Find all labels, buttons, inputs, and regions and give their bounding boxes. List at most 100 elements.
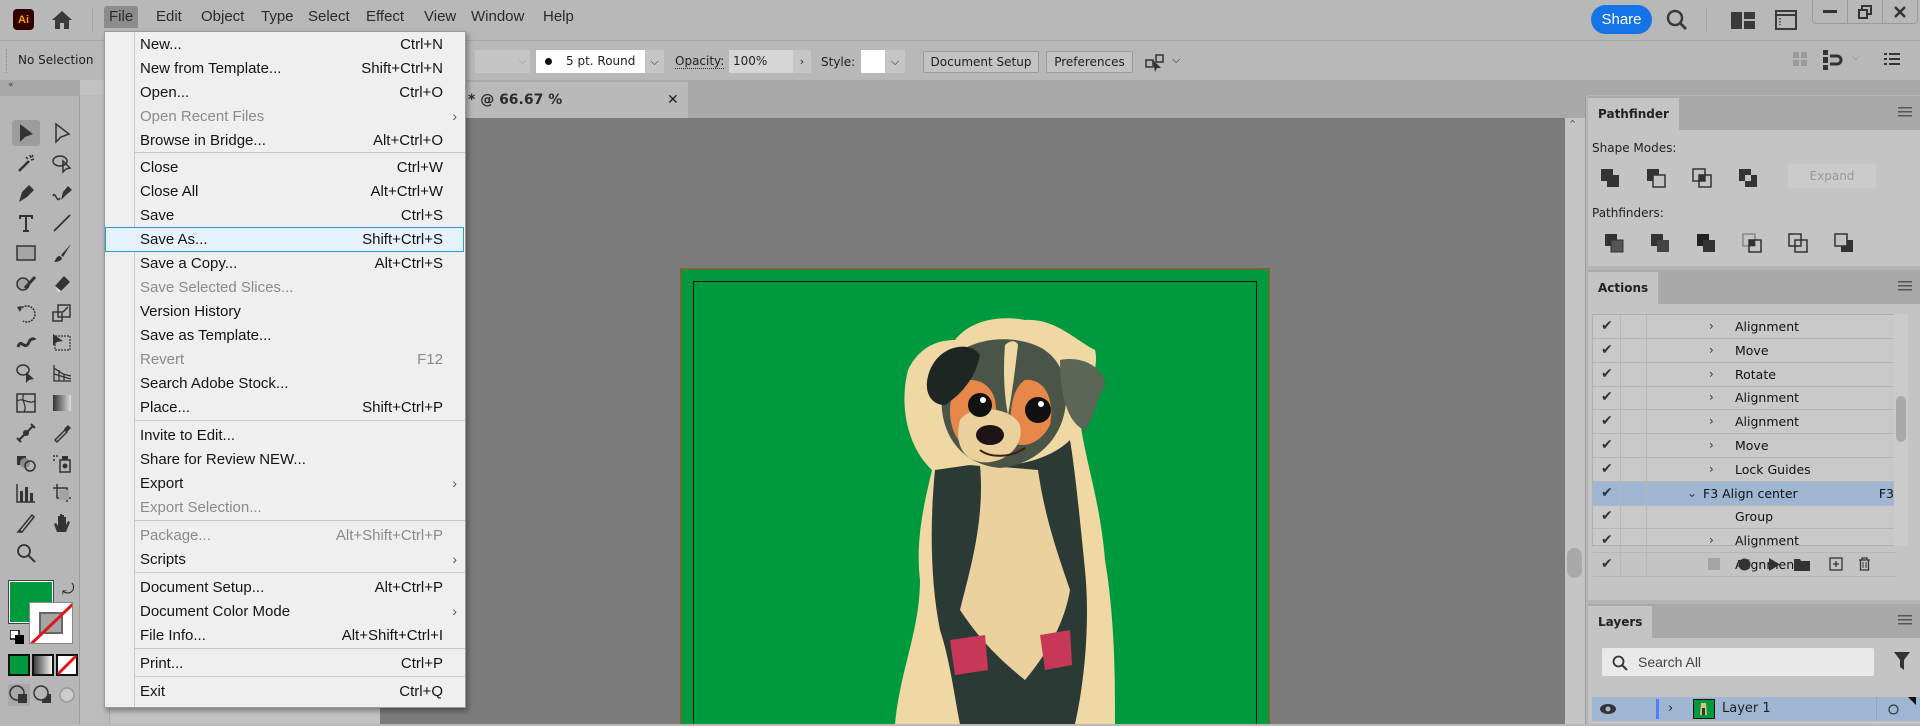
new-set-folder-icon[interactable] bbox=[1794, 556, 1810, 572]
chevron-right-icon[interactable]: › bbox=[1709, 410, 1714, 433]
menu-item-place[interactable]: Place... Shift+Ctrl+P bbox=[105, 396, 465, 419]
menu-help[interactable]: Help bbox=[538, 6, 579, 28]
close-tab-icon[interactable]: ✕ bbox=[667, 82, 679, 118]
default-fill-stroke-icon[interactable] bbox=[10, 630, 24, 644]
scrollbar-thumb[interactable] bbox=[1896, 396, 1906, 442]
play-icon[interactable] bbox=[1766, 556, 1782, 572]
action-row[interactable]: ✔ › Lock Guides bbox=[1593, 457, 1896, 482]
menu-item-save-a-copy[interactable]: Save a Copy... Alt+Ctrl+S bbox=[105, 252, 465, 275]
lasso-tool[interactable] bbox=[48, 150, 76, 176]
stroke-weight-field[interactable] bbox=[475, 50, 515, 73]
share-button[interactable]: Share bbox=[1591, 5, 1652, 34]
trim-icon[interactable] bbox=[1650, 233, 1670, 253]
target-icon[interactable] bbox=[1888, 704, 1899, 715]
toggle-check-icon[interactable]: ✔ bbox=[1601, 363, 1621, 386]
chevron-down-icon[interactable]: ⌵ bbox=[1172, 53, 1180, 67]
tab-actions[interactable]: Actions bbox=[1588, 272, 1659, 304]
menu-edit[interactable]: Edit bbox=[151, 6, 187, 28]
shape-builder-tool[interactable] bbox=[12, 360, 40, 386]
dog-illustration[interactable] bbox=[860, 300, 1160, 724]
home-icon[interactable] bbox=[50, 9, 74, 31]
rotate-tool[interactable] bbox=[12, 300, 40, 326]
graphic-style-swatch[interactable] bbox=[861, 50, 885, 73]
menu-item-new[interactable]: New... Ctrl+N bbox=[105, 33, 465, 56]
pen-tool[interactable] bbox=[12, 180, 40, 206]
crop-icon[interactable] bbox=[1742, 233, 1762, 253]
hand-tool[interactable] bbox=[48, 510, 76, 536]
merge-icon[interactable] bbox=[1696, 233, 1716, 253]
draw-behind-button[interactable] bbox=[32, 684, 54, 706]
expand-layer-chevron-icon[interactable]: › bbox=[1668, 697, 1673, 721]
tab-layers[interactable]: Layers bbox=[1588, 606, 1653, 638]
intersect-icon[interactable] bbox=[1692, 168, 1712, 188]
filter-icon[interactable] bbox=[1894, 652, 1910, 670]
document-setup-button[interactable]: Document Setup bbox=[923, 51, 1039, 73]
style-dropdown-chevron-icon[interactable]: ⌵ bbox=[885, 50, 905, 73]
perspective-grid-tool[interactable] bbox=[48, 360, 76, 386]
draw-inside-button[interactable] bbox=[56, 684, 78, 706]
chevron-right-icon[interactable]: › bbox=[1709, 529, 1714, 552]
layer-row[interactable]: › Layer 1 bbox=[1592, 697, 1920, 721]
menu-type[interactable]: Type bbox=[256, 6, 299, 28]
menu-item-save-as-template[interactable]: Save as Template... bbox=[105, 324, 465, 347]
toggle-check-icon[interactable]: ✔ bbox=[1601, 505, 1621, 528]
pixel-grid-icon[interactable] bbox=[1792, 51, 1808, 67]
toggle-check-icon[interactable]: ✔ bbox=[1601, 410, 1621, 433]
blend-tool[interactable] bbox=[12, 450, 40, 476]
menu-item-share-for-review-new[interactable]: Share for Review NEW... bbox=[105, 448, 465, 471]
menu-select[interactable]: Select bbox=[303, 6, 355, 28]
minimize-button[interactable] bbox=[1813, 0, 1848, 23]
color-mode-button[interactable] bbox=[8, 654, 30, 676]
menu-file[interactable]: File bbox=[104, 6, 139, 28]
grip-handle[interactable] bbox=[6, 49, 9, 73]
free-transform-tool[interactable] bbox=[48, 330, 76, 356]
zoom-tool[interactable] bbox=[12, 540, 40, 566]
chevron-right-icon[interactable]: › bbox=[1709, 315, 1714, 338]
menu-item-close[interactable]: Close Ctrl+W bbox=[105, 156, 465, 179]
artboard-tool[interactable] bbox=[48, 480, 76, 506]
chevron-right-icon[interactable]: › bbox=[1709, 339, 1714, 362]
opacity-label[interactable]: Opacity: bbox=[675, 55, 725, 69]
action-row[interactable]: ✔ › Rotate bbox=[1593, 362, 1896, 387]
stroke-color-swatch[interactable] bbox=[29, 602, 73, 644]
line-segment-tool[interactable] bbox=[48, 210, 76, 236]
chevron-right-icon[interactable]: › bbox=[1709, 363, 1714, 386]
chevron-down-icon[interactable]: ⌄ bbox=[1687, 482, 1697, 505]
close-window-button[interactable] bbox=[1883, 0, 1917, 23]
toggle-check-icon[interactable]: ✔ bbox=[1601, 482, 1621, 505]
menu-view[interactable]: View bbox=[419, 6, 461, 28]
toggle-check-icon[interactable]: ✔ bbox=[1601, 458, 1621, 481]
menu-item-document-setup[interactable]: Document Setup... Alt+Ctrl+P bbox=[105, 576, 465, 599]
chevron-down-icon[interactable]: ⌵ bbox=[515, 50, 530, 73]
scroll-up-icon[interactable]: ⌃ bbox=[1568, 118, 1577, 131]
visibility-eye-icon[interactable] bbox=[1600, 704, 1616, 714]
snap-to-glyph-icon[interactable] bbox=[1822, 50, 1844, 70]
action-row[interactable]: ✔ ⌄ F3 Align center F3 bbox=[1593, 481, 1896, 506]
panel-menu-icon[interactable] bbox=[1898, 280, 1912, 292]
shaper-tool[interactable] bbox=[12, 270, 40, 296]
menu-item-new-from-template[interactable]: New from Template... Shift+Ctrl+N bbox=[105, 57, 465, 80]
expand-button[interactable]: Expand bbox=[1788, 164, 1876, 188]
menu-item-close-all[interactable]: Close All Alt+Ctrl+W bbox=[105, 180, 465, 203]
action-row[interactable]: ✔ Group bbox=[1593, 505, 1896, 530]
chevron-down-icon[interactable]: ⌵ bbox=[1852, 52, 1860, 63]
none-mode-button[interactable] bbox=[56, 654, 78, 676]
menu-item-invite-to-edit[interactable]: Invite to Edit... bbox=[105, 424, 465, 447]
scrollbar-thumb[interactable] bbox=[1567, 548, 1582, 578]
action-row[interactable]: ✔ › Alignment bbox=[1593, 410, 1896, 435]
menu-item-search-adobe-stock[interactable]: Search Adobe Stock... bbox=[105, 372, 465, 395]
toggle-check-icon[interactable]: ✔ bbox=[1601, 386, 1621, 409]
swap-fill-stroke-icon[interactable]: ⤾ bbox=[62, 580, 75, 598]
divide-icon[interactable] bbox=[1604, 233, 1624, 253]
selection-tool[interactable] bbox=[12, 120, 40, 146]
gradient-mode-button[interactable] bbox=[32, 654, 54, 676]
search-icon[interactable] bbox=[1665, 8, 1689, 32]
paintbrush-tool[interactable] bbox=[48, 240, 76, 266]
toggle-check-icon[interactable]: ✔ bbox=[1601, 339, 1621, 362]
menu-item-scripts[interactable]: Scripts › bbox=[105, 548, 465, 571]
action-row[interactable]: ✔ › Alignment bbox=[1593, 315, 1896, 339]
minus-back-icon[interactable] bbox=[1834, 233, 1854, 253]
dock-header[interactable] bbox=[1585, 80, 1920, 95]
type-tool[interactable] bbox=[12, 210, 40, 236]
toggle-check-icon[interactable]: ✔ bbox=[1601, 434, 1621, 457]
